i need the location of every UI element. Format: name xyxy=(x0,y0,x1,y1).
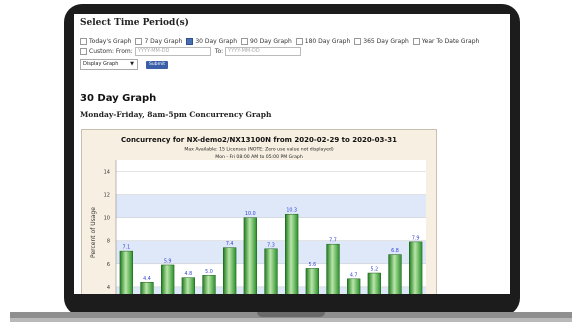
bar xyxy=(243,217,257,294)
bar xyxy=(409,241,423,294)
bar xyxy=(347,278,361,294)
bar-value-label: 4.8 xyxy=(185,271,193,277)
y-tick-label: 6 xyxy=(107,262,110,268)
checkbox-checked[interactable] xyxy=(186,38,194,45)
bar-value-label: 5.2 xyxy=(371,267,379,273)
bar-value-label: 5.0 xyxy=(205,269,213,275)
chart-subtitle-max: Max Available: 15 Licenses (NOTE: Zero u… xyxy=(184,147,333,153)
laptop-notch xyxy=(257,312,325,317)
bar xyxy=(119,250,133,294)
bar xyxy=(181,277,195,294)
checkbox[interactable] xyxy=(241,38,249,45)
y-tick-label: 12 xyxy=(104,193,110,199)
bar xyxy=(223,247,237,294)
bar-value-label: 10.3 xyxy=(286,208,297,214)
bar-value-label: 7.9 xyxy=(412,235,420,241)
from-date-input[interactable]: YYYY-MM-DD xyxy=(134,47,211,56)
option-label: Year To Date Graph xyxy=(421,38,480,45)
option-365-day-graph[interactable]: 365 Day Graph xyxy=(354,38,409,45)
custom-range-row: Custom: From: YYYY-MM-DD To: YYYY-MM-DD xyxy=(80,47,305,56)
display-select-value: Display Graph xyxy=(83,61,119,67)
bar xyxy=(367,272,381,294)
bar-value-label: 5.9 xyxy=(164,258,172,264)
chevron-down-icon: ▼ xyxy=(130,61,134,67)
option-label: 90 Day Graph xyxy=(250,38,292,45)
bar-value-label: 7.1 xyxy=(123,245,131,251)
bar xyxy=(285,213,299,294)
bar xyxy=(202,275,216,294)
y-tick-label: 10 xyxy=(104,216,110,222)
laptop-base-edge xyxy=(10,318,572,322)
y-tick-label: 8 xyxy=(107,239,110,245)
bar-value-label: 5.6 xyxy=(309,262,317,268)
graph-heading: 30 Day Graph xyxy=(80,93,157,104)
checkbox[interactable] xyxy=(135,38,143,45)
bar xyxy=(264,248,278,294)
graph-subheading: Monday-Friday, 8am-5pm Concurrency Graph xyxy=(80,110,272,119)
display-select[interactable]: Display Graph ▼ xyxy=(80,59,138,70)
chart-svg: Concurrency for NX-demo2/NX13100N from 2… xyxy=(90,136,426,294)
bar xyxy=(161,264,175,294)
option-label: 365 Day Graph xyxy=(363,38,409,45)
option-30-day-graph[interactable]: 30 Day Graph xyxy=(186,38,237,45)
bar xyxy=(326,243,340,294)
y-axis-label: Percent of Usage xyxy=(90,207,97,258)
y-tick-label: 14 xyxy=(104,170,110,176)
option-180-day-graph[interactable]: 180 Day Graph xyxy=(295,38,351,45)
browser-screen: Select Time Period(s) Today's Graph 7 Da… xyxy=(74,14,510,294)
option-todays-graph[interactable]: Today's Graph xyxy=(80,38,131,45)
bar-value-label: 6.8 xyxy=(391,248,399,254)
bar-value-label: 7.3 xyxy=(267,242,275,248)
checkbox[interactable] xyxy=(295,38,303,45)
bar xyxy=(388,254,402,294)
option-label: 7 Day Graph xyxy=(144,38,183,45)
chart-title: Concurrency for NX-demo2/NX13100N from 2… xyxy=(121,136,397,144)
to-label: To: xyxy=(214,48,224,55)
custom-checkbox[interactable] xyxy=(80,48,87,55)
option-90-day-graph[interactable]: 90 Day Graph xyxy=(241,38,292,45)
checkbox[interactable] xyxy=(80,38,87,45)
display-controls: Display Graph ▼ Submit xyxy=(80,59,168,70)
bar-value-label: 7.4 xyxy=(226,241,234,247)
y-tick-label: 4 xyxy=(107,285,110,291)
plot-band xyxy=(116,194,426,218)
option-ytd-graph[interactable]: Year To Date Graph xyxy=(412,38,480,45)
submit-button[interactable]: Submit xyxy=(146,60,168,69)
checkbox[interactable] xyxy=(412,38,420,45)
custom-label: Custom: From: xyxy=(89,48,133,55)
section-title: Select Time Period(s) xyxy=(80,18,189,28)
concurrency-chart: Concurrency for NX-demo2/NX13100N from 2… xyxy=(81,129,437,294)
bar-value-label: 4.7 xyxy=(350,272,358,278)
bar-value-label: 7.7 xyxy=(329,238,337,244)
bar-value-label: 10.0 xyxy=(245,211,256,217)
checkbox[interactable] xyxy=(354,38,362,45)
option-label: 30 Day Graph xyxy=(195,38,238,45)
option-label: 180 Day Graph xyxy=(304,38,351,45)
bar xyxy=(140,282,154,294)
period-options: Today's Graph 7 Day Graph 30 Day Graph 9… xyxy=(80,38,483,45)
to-date-input[interactable]: YYYY-MM-DD xyxy=(225,47,302,56)
chart-subtitle-hours: Mon - Fri 08:00 AM to 05:00 PM Graph xyxy=(215,154,303,160)
option-7-day-graph[interactable]: 7 Day Graph xyxy=(135,38,182,45)
bar xyxy=(305,268,319,294)
bar-value-label: 4.4 xyxy=(143,276,151,282)
option-label: Today's Graph xyxy=(89,38,132,45)
